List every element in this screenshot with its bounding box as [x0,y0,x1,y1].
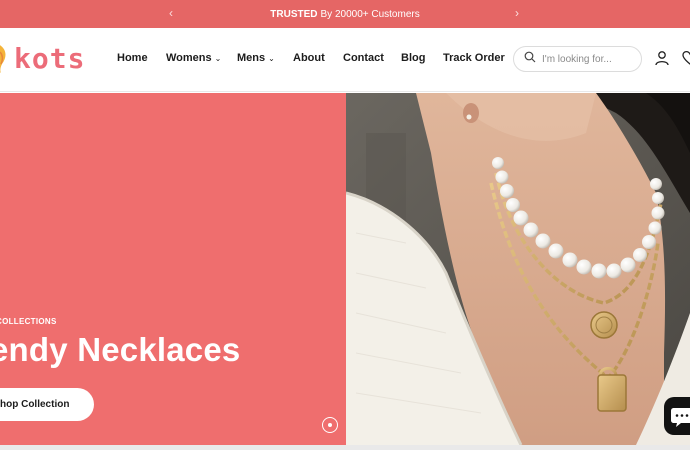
nav-item-about[interactable]: About [293,52,325,64]
hero-image [346,93,690,445]
hero-slider: COLLECTIONS endy Necklaces hop Collectio… [0,93,690,445]
chevron-left-icon[interactable]: ‹ [169,6,173,20]
shop-collection-label: hop Collection [0,399,70,410]
wishlist-heart-icon[interactable] [682,50,690,68]
search-input[interactable] [542,53,632,65]
nav-item-label: Womens [166,52,212,64]
chat-bubble-icon [664,408,690,439]
nav-item-label: Contact [343,52,384,64]
search-bar[interactable] [513,46,642,72]
hero-text-panel: COLLECTIONS endy Necklaces hop Collectio… [0,93,346,445]
chevron-down-icon: ⌄ [214,54,222,63]
announcement-text: TRUSTED By 20000+ Customers [270,9,419,20]
nav-item-track-order[interactable]: Track Order [443,52,505,64]
nav-item-label: Track Order [443,52,505,64]
announcement-detail: By 20000+ Customers [320,8,420,20]
necklace-photo [346,93,690,445]
nav-item-home[interactable]: Home [117,52,148,64]
nav-item-contact[interactable]: Contact [343,52,384,64]
slider-pagination-dot[interactable] [322,417,338,433]
site-header: kots Home Womens ⌄ Mens ⌄ About Contact Bl… [0,28,690,92]
shop-collection-button[interactable]: hop Collection [0,388,94,421]
chevron-right-icon[interactable]: › [515,6,519,20]
logo-mark-icon [0,42,10,74]
chat-widget-button[interactable] [664,397,690,435]
nav-item-label: Mens [237,52,266,64]
slider-dot-active [328,423,332,427]
nav-item-mens[interactable]: Mens ⌄ [237,52,275,64]
page-bottom-divider [0,445,690,450]
brand-wordmark: kots [14,41,86,75]
nav-item-womens[interactable]: Womens ⌄ [166,52,221,64]
hero-headline: endy Necklaces [0,331,241,368]
chevron-down-icon: ⌄ [268,54,275,63]
announcement-bar: ‹ TRUSTED By 20000+ Customers › [0,0,690,28]
search-icon[interactable] [524,50,536,68]
announcement-strong: TRUSTED [270,8,318,20]
hero-eyebrow: COLLECTIONS [0,317,57,326]
nav-item-label: About [293,52,325,64]
nav-item-blog[interactable]: Blog [401,52,425,64]
brand-logo[interactable]: kots [0,40,85,76]
nav-item-label: Home [117,52,148,64]
nav-item-label: Blog [401,52,426,64]
account-icon[interactable] [654,50,672,68]
